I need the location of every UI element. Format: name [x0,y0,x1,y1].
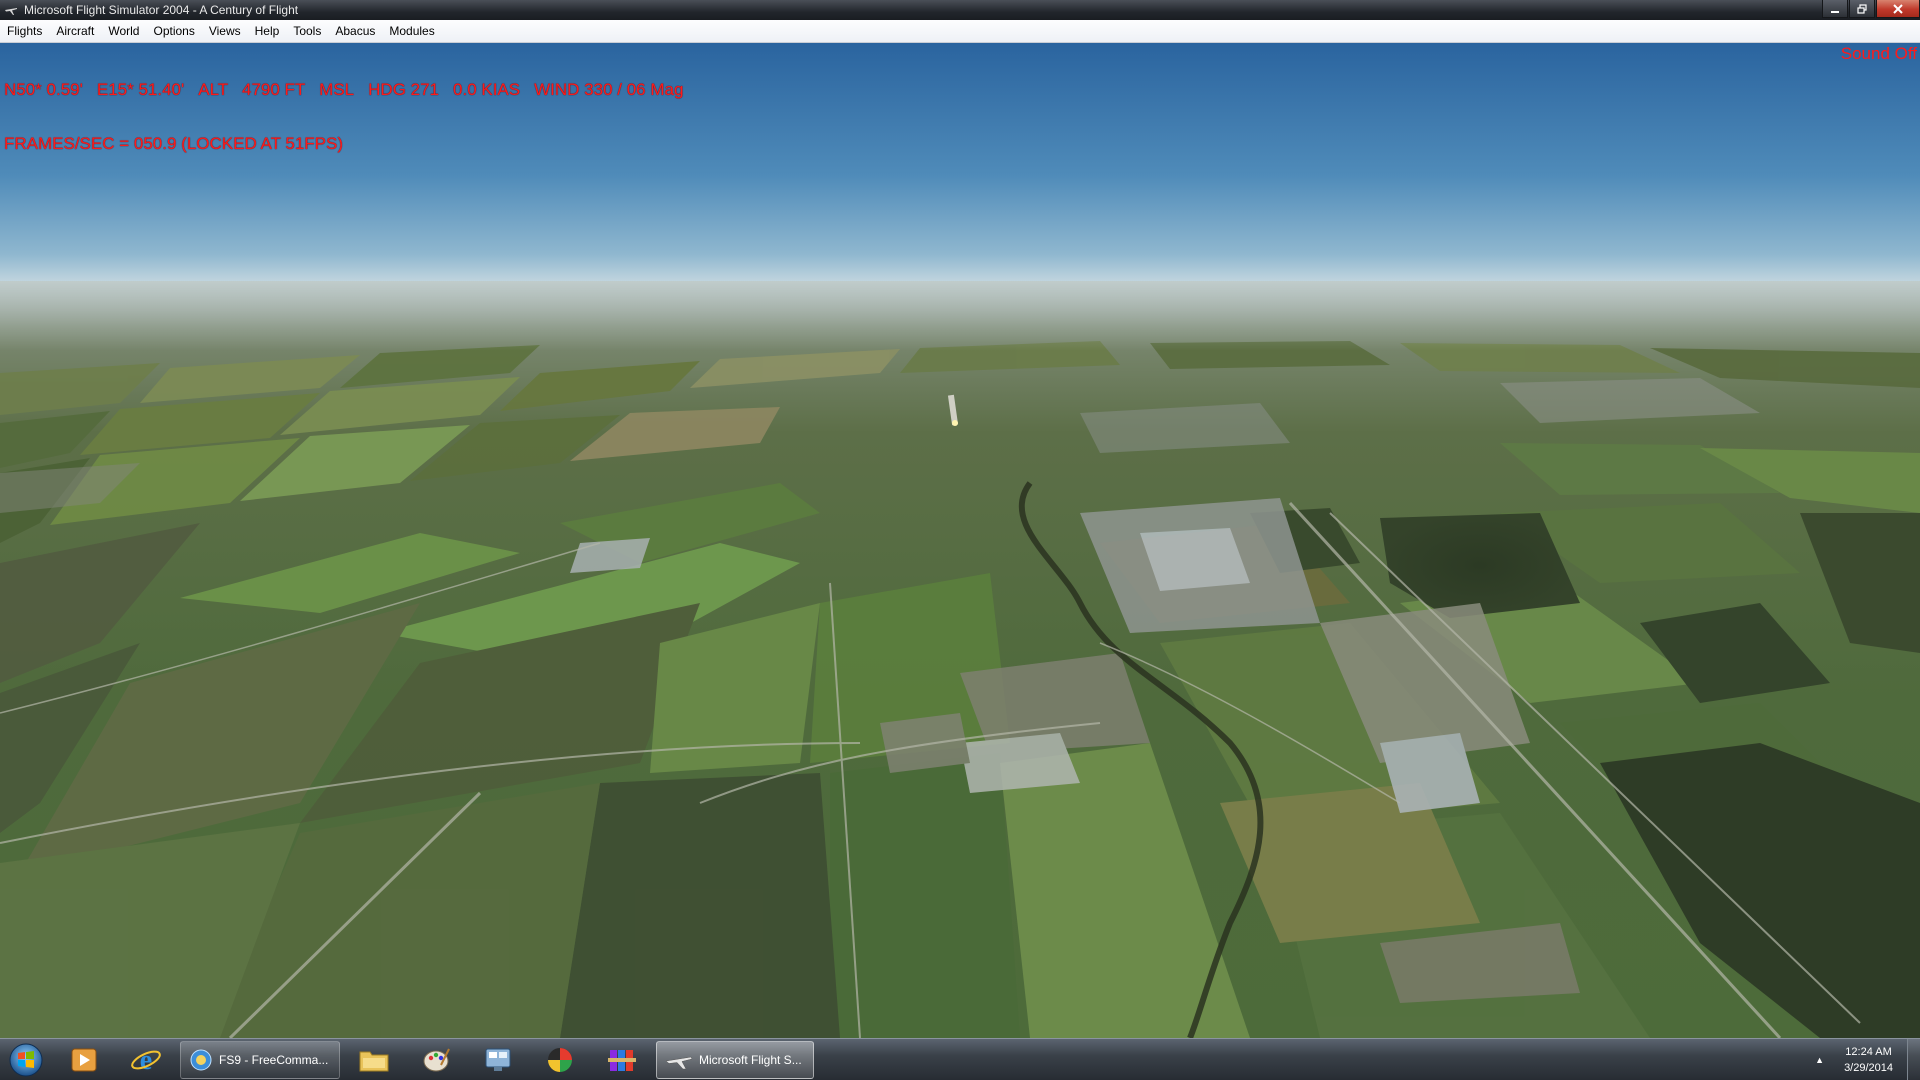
clock-date: 3/29/2014 [1844,1061,1893,1074]
menu-world[interactable]: World [101,22,146,41]
color-app-pin[interactable] [532,1041,588,1079]
horizon-haze [0,281,1920,351]
menu-modules[interactable]: Modules [382,22,441,41]
sound-status: Sound Off [1840,44,1917,63]
hud-heading: HDG 271 [368,80,440,99]
internet-explorer-icon: e [131,1045,161,1076]
media-player-pin[interactable] [56,1041,112,1079]
menu-abacus[interactable]: Abacus [328,22,382,41]
start-button[interactable] [2,1040,50,1080]
hud-airspeed: 0.0 KIAS [453,80,521,99]
menu-options[interactable]: Options [146,22,201,41]
color-app-icon [548,1047,572,1072]
archive-books-icon [608,1049,636,1071]
hud-position-line: N50* 0.59' E15* 51.40' ALT 4790 FT MSL H… [4,81,683,99]
svg-text:e: e [140,1045,152,1076]
restore-button[interactable] [1849,0,1875,18]
control-panel-icon [485,1048,511,1071]
clock-time: 12:24 AM [1845,1045,1892,1058]
close-button[interactable] [1876,0,1920,18]
menu-tools[interactable]: Tools [286,22,328,41]
menu-aircraft[interactable]: Aircraft [49,22,101,41]
task-fs9-freecommander[interactable]: FS9 - FreeComma... [180,1040,340,1079]
hud-frames-line: FRAMES/SEC = 050.9 (LOCKED AT 51FPS) [4,135,683,153]
window-title: Microsoft Flight Simulator 2004 - A Cent… [24,3,299,17]
minimize-button[interactable] [1822,0,1848,18]
system-tray: ▲ 12:24 AM 3/29/2014 [1815,1039,1920,1080]
hud-latitude: N50* 0.59' [4,80,83,99]
control-panel-pin[interactable] [470,1041,526,1079]
clock[interactable]: 12:24 AM 3/29/2014 [1844,1044,1893,1076]
terrain-scene [0,43,1920,1038]
paint-pin[interactable] [408,1041,464,1079]
airplane-icon [665,1050,693,1070]
window-controls [1821,0,1920,20]
windows-start-orb-icon [9,1043,43,1076]
folder-icon [359,1051,389,1071]
paint-palette-icon [423,1048,450,1071]
restore-icon [1857,3,1867,14]
screen: Microsoft Flight Simulator 2004 - A Cent… [0,0,1920,1080]
tray-expand-icon[interactable]: ▲ [1815,1055,1824,1065]
hud-longitude: E15* 51.40' [96,80,185,99]
task-microsoft-flight-simulator[interactable]: Microsoft Flight S... [656,1040,814,1079]
menu-help[interactable]: Help [248,22,287,41]
close-icon [1893,3,1903,14]
runway-light [952,420,958,426]
hud-frame-rate: FRAMES/SEC = 050.9 (LOCKED AT 51FPS) [4,134,344,153]
task-label: FS9 - FreeComma... [219,1052,329,1067]
menu-views[interactable]: Views [202,22,248,41]
airplane-icon [4,3,18,17]
hud-wind: WIND 330 / 06 Mag [534,80,684,99]
task-label: Microsoft Flight S... [699,1052,802,1067]
show-desktop-button[interactable] [1907,1039,1920,1080]
menu-bar: Flights Aircraft World Options Views Hel… [0,20,1920,43]
internet-explorer-pin[interactable]: e [118,1041,174,1079]
sim-viewport[interactable] [0,43,1920,1038]
menu-flights[interactable]: Flights [0,22,49,41]
title-bar[interactable]: Microsoft Flight Simulator 2004 - A Cent… [0,0,1920,20]
folder-pin[interactable] [346,1041,402,1079]
minimize-icon [1831,10,1839,13]
media-player-icon [71,1048,97,1071]
hud-altitude: ALT 4790 FT MSL [198,80,355,99]
hud-readout: N50* 0.59' E15* 51.40' ALT 4790 FT MSL H… [4,45,683,189]
fs9-globe-icon [189,1048,213,1072]
archive-pin[interactable] [594,1041,650,1079]
taskbar: e FS9 - FreeComma... Microsoft Flight S.… [0,1038,1920,1080]
